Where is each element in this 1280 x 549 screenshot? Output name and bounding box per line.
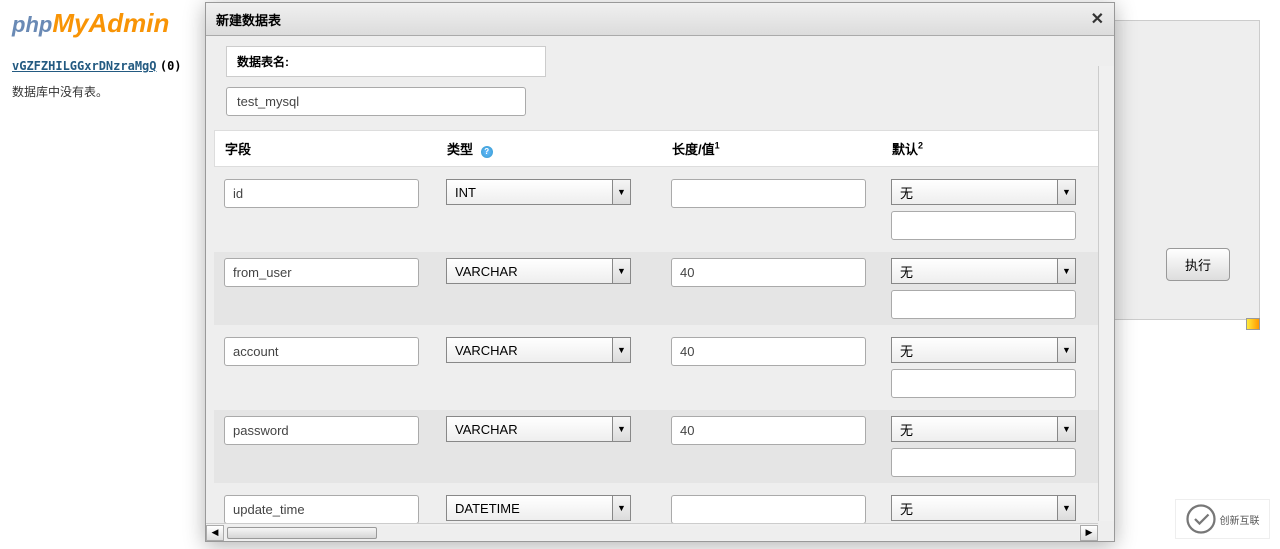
logo-admin: Admin bbox=[88, 8, 169, 38]
field-type-value: VARCHAR bbox=[455, 343, 518, 358]
field-row: INT ▼ 无 ▼ bbox=[214, 173, 1106, 246]
chevron-down-icon: ▼ bbox=[612, 180, 630, 204]
scroll-left-arrow-icon[interactable]: ◀ bbox=[206, 525, 224, 541]
header-type: 类型 ? bbox=[437, 131, 662, 166]
field-type-value: VARCHAR bbox=[455, 264, 518, 279]
header-length: 长度/值1 bbox=[662, 131, 882, 166]
field-length-input[interactable] bbox=[671, 179, 866, 208]
scroll-track[interactable] bbox=[225, 526, 1079, 540]
header-default-text: 默认 bbox=[892, 142, 918, 157]
field-default-value: 无 bbox=[900, 499, 913, 518]
chevron-down-icon: ▼ bbox=[1057, 417, 1075, 441]
field-default-select[interactable]: 无 ▼ bbox=[891, 258, 1076, 284]
field-type-select[interactable]: DATETIME ▼ bbox=[446, 495, 631, 521]
db-empty-message: 数据库中没有表。 bbox=[12, 83, 193, 100]
db-count: (0) bbox=[160, 59, 182, 73]
field-type-select[interactable]: VARCHAR ▼ bbox=[446, 416, 631, 442]
scroll-thumb[interactable] bbox=[227, 527, 377, 539]
db-link-row: vGZFZHILGGxrDNzraMgQ (0) bbox=[12, 59, 193, 73]
header-type-text: 类型 bbox=[447, 142, 473, 157]
chevron-down-icon: ▼ bbox=[612, 496, 630, 520]
field-name-input[interactable] bbox=[224, 495, 419, 524]
create-table-dialog: 新建数据表 ✕ 数据表名: 字段 类型 ? 长度/值1 默认2 bbox=[205, 2, 1115, 542]
header-length-text: 长度/值 bbox=[672, 142, 715, 157]
header-default: 默认2 bbox=[882, 131, 1102, 166]
field-default-input[interactable] bbox=[891, 369, 1076, 398]
field-type-select[interactable]: VARCHAR ▼ bbox=[446, 258, 631, 284]
field-default-select[interactable]: 无 ▼ bbox=[891, 337, 1076, 363]
phpmyadmin-logo: phpMyAdmin bbox=[12, 8, 193, 39]
field-name-input[interactable] bbox=[224, 416, 419, 445]
field-default-value: 无 bbox=[900, 420, 913, 439]
execute-button[interactable]: 执行 bbox=[1166, 248, 1230, 281]
header-length-sup: 1 bbox=[715, 141, 720, 151]
field-type-value: VARCHAR bbox=[455, 422, 518, 437]
chevron-down-icon: ▼ bbox=[612, 417, 630, 441]
chevron-down-icon: ▼ bbox=[1057, 338, 1075, 362]
field-default-value: 无 bbox=[900, 262, 913, 281]
field-default-input[interactable] bbox=[891, 290, 1076, 319]
field-name-input[interactable] bbox=[224, 337, 419, 366]
field-length-input[interactable] bbox=[671, 495, 866, 524]
header-field: 字段 bbox=[215, 131, 437, 166]
calendar-icon[interactable] bbox=[1246, 318, 1260, 330]
dialog-body: 数据表名: 字段 类型 ? 长度/值1 默认2 bbox=[206, 36, 1114, 541]
brand-text: 创新互联 bbox=[1220, 512, 1260, 527]
field-name-input[interactable] bbox=[224, 179, 419, 208]
logo-php: php bbox=[12, 12, 52, 37]
field-length-input[interactable] bbox=[671, 258, 866, 287]
column-header-row: 字段 类型 ? 长度/值1 默认2 bbox=[214, 130, 1106, 167]
field-default-value: 无 bbox=[900, 183, 913, 202]
chevron-down-icon: ▼ bbox=[612, 259, 630, 283]
field-default-select[interactable]: 无 ▼ bbox=[891, 495, 1076, 521]
chevron-down-icon: ▼ bbox=[612, 338, 630, 362]
field-length-input[interactable] bbox=[671, 337, 866, 366]
close-icon[interactable]: ✕ bbox=[1091, 9, 1104, 29]
field-row: VARCHAR ▼ 无 ▼ bbox=[214, 331, 1106, 404]
scroll-right-arrow-icon[interactable]: ▶ bbox=[1080, 525, 1098, 541]
field-type-value: DATETIME bbox=[455, 501, 520, 516]
tablename-label: 数据表名: bbox=[226, 46, 546, 77]
db-link[interactable]: vGZFZHILGGxrDNzraMgQ bbox=[12, 59, 157, 73]
brand-logo-icon bbox=[1186, 504, 1216, 534]
field-name-input[interactable] bbox=[224, 258, 419, 287]
field-default-value: 无 bbox=[900, 341, 913, 360]
field-row: VARCHAR ▼ 无 ▼ bbox=[214, 252, 1106, 325]
tablename-input[interactable] bbox=[226, 87, 526, 116]
field-type-select[interactable]: VARCHAR ▼ bbox=[446, 337, 631, 363]
sidebar: phpMyAdmin vGZFZHILGGxrDNzraMgQ (0) 数据库中… bbox=[0, 0, 205, 549]
logo-my: My bbox=[52, 8, 88, 38]
chevron-down-icon: ▼ bbox=[1057, 496, 1075, 520]
header-default-sup: 2 bbox=[918, 141, 923, 151]
field-default-input[interactable] bbox=[891, 448, 1076, 477]
field-type-select[interactable]: INT ▼ bbox=[446, 179, 631, 205]
field-type-value: INT bbox=[455, 185, 476, 200]
chevron-down-icon: ▼ bbox=[1057, 180, 1075, 204]
vertical-scrollbar[interactable] bbox=[1098, 66, 1114, 521]
horizontal-scrollbar[interactable]: ◀ ▶ bbox=[206, 523, 1098, 541]
field-default-select[interactable]: 无 ▼ bbox=[891, 416, 1076, 442]
chevron-down-icon: ▼ bbox=[1057, 259, 1075, 283]
brand-logo: 创新互联 bbox=[1175, 499, 1270, 539]
field-default-input[interactable] bbox=[891, 211, 1076, 240]
dialog-title: 新建数据表 bbox=[216, 10, 281, 29]
help-icon[interactable]: ? bbox=[481, 146, 493, 158]
field-length-input[interactable] bbox=[671, 416, 866, 445]
field-row: VARCHAR ▼ 无 ▼ bbox=[214, 410, 1106, 483]
field-default-select[interactable]: 无 ▼ bbox=[891, 179, 1076, 205]
dialog-header: 新建数据表 ✕ bbox=[206, 3, 1114, 36]
